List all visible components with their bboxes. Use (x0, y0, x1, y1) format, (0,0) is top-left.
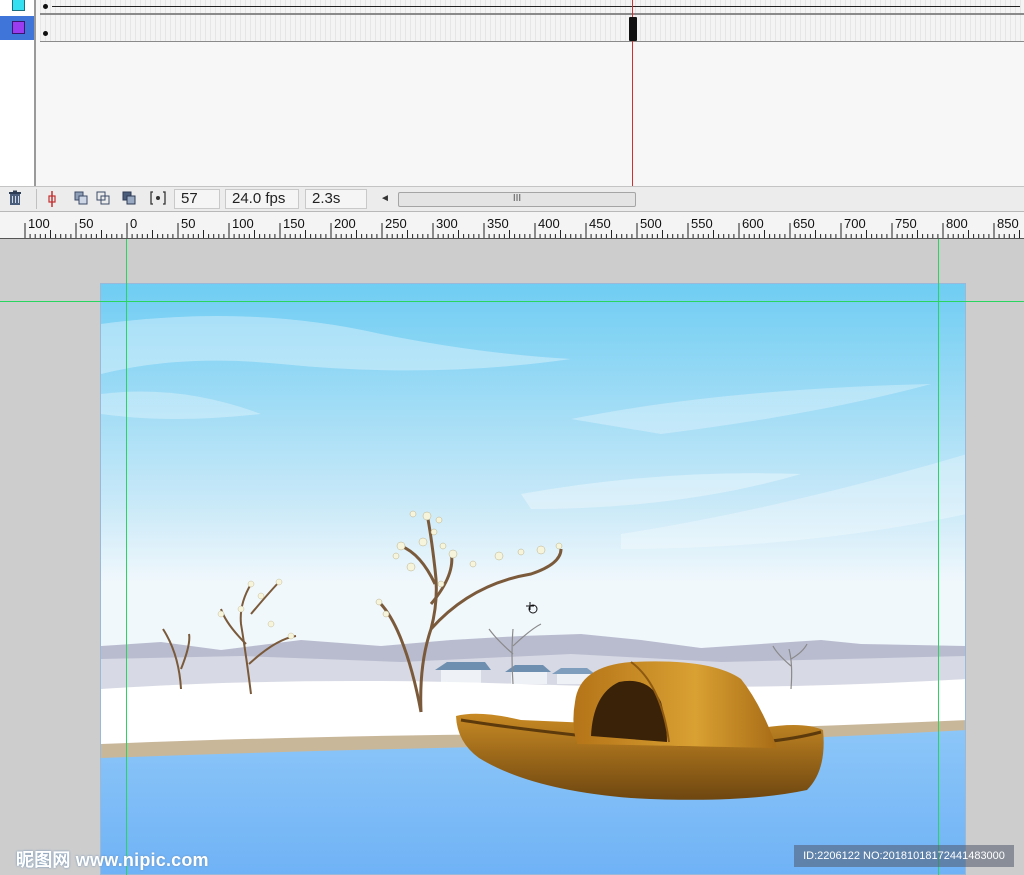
ruler-label: 450 (589, 216, 611, 231)
keyframe-dot[interactable] (43, 31, 48, 36)
scene-artwork (101, 284, 965, 874)
ruler-label: 700 (844, 216, 866, 231)
elapsed-time-field: 2.3s (305, 189, 367, 209)
ruler-label: 600 (742, 216, 764, 231)
watermark-id: ID:2206122 NO:20181018172441483000 (794, 845, 1014, 867)
center-frame-button[interactable] (44, 190, 60, 208)
ruler-label: 650 (793, 216, 815, 231)
crosshair-cursor-icon (526, 602, 538, 614)
ruler-label: 400 (538, 216, 560, 231)
watermark-logo-text: 昵图网 www.nipic.com (16, 850, 209, 870)
ruler-label: 350 (487, 216, 509, 231)
edit-multiple-frames-button[interactable] (120, 190, 138, 208)
timeline-controls: 57 24.0 fps 2.3s ◄ III (0, 186, 1024, 212)
timeline-horizontal-scrollbar[interactable]: ◄ III (378, 191, 636, 207)
trash-icon (9, 190, 21, 205)
ruler-label: 200 (334, 216, 356, 231)
ruler-label: 150 (283, 216, 305, 231)
frame-row-1[interactable] (40, 0, 1024, 14)
center-frame-icon (48, 191, 56, 207)
onion-markers-icon (150, 191, 166, 205)
layer-color-swatch[interactable] (12, 21, 25, 34)
ruler-label: 500 (640, 216, 662, 231)
vertical-guide[interactable] (938, 239, 939, 875)
ruler-label: 800 (946, 216, 968, 231)
modify-onion-markers-button[interactable] (148, 190, 168, 208)
separator (36, 189, 37, 209)
stage-canvas[interactable] (100, 283, 966, 875)
scroll-left-arrow[interactable]: ◄ (378, 191, 392, 207)
frame-rate-field[interactable]: 24.0 fps (225, 189, 299, 209)
ruler-label: 850 (997, 216, 1019, 231)
ruler-label: 0 (130, 216, 138, 231)
keyframe-dot[interactable] (43, 4, 48, 9)
delete-layer-button[interactable] (6, 190, 24, 208)
frame-grid[interactable] (40, 0, 1024, 186)
frame-row-2[interactable] (40, 14, 1024, 42)
layer-list (0, 0, 36, 186)
tween-line (52, 6, 1020, 7)
ruler-label: 50 (79, 216, 94, 231)
horizontal-ruler: 100 50 0 50 100 150 200 250 300 350 400 450 500 550 60… (0, 212, 1024, 239)
edit-multiple-frames-icon (122, 191, 136, 205)
ruler-label: 100 (28, 216, 50, 231)
ruler-label: 100 (232, 216, 254, 231)
vertical-guide[interactable] (126, 239, 127, 875)
layer-row-2[interactable] (0, 16, 34, 40)
ruler-label: 50 (181, 216, 196, 231)
onion-outline-icon (96, 191, 110, 205)
ruler-label: 300 (436, 216, 458, 231)
onion-skin-button[interactable] (72, 190, 90, 208)
timeline-panel (0, 0, 1024, 186)
onion-skin-outlines-button[interactable] (94, 190, 112, 208)
scroll-thumb[interactable]: III (398, 192, 636, 207)
ruler-ticks (24, 223, 1020, 238)
house (511, 672, 547, 684)
onion-skin-icon (74, 191, 88, 205)
layer-color-swatch[interactable] (12, 0, 25, 11)
ruler-label: 250 (385, 216, 407, 231)
horizontal-guide[interactable] (0, 301, 1024, 302)
ruler-label: 550 (691, 216, 713, 231)
current-frame-field[interactable]: 57 (174, 189, 220, 209)
ruler-label: 750 (895, 216, 917, 231)
playhead-handle[interactable] (629, 17, 637, 41)
